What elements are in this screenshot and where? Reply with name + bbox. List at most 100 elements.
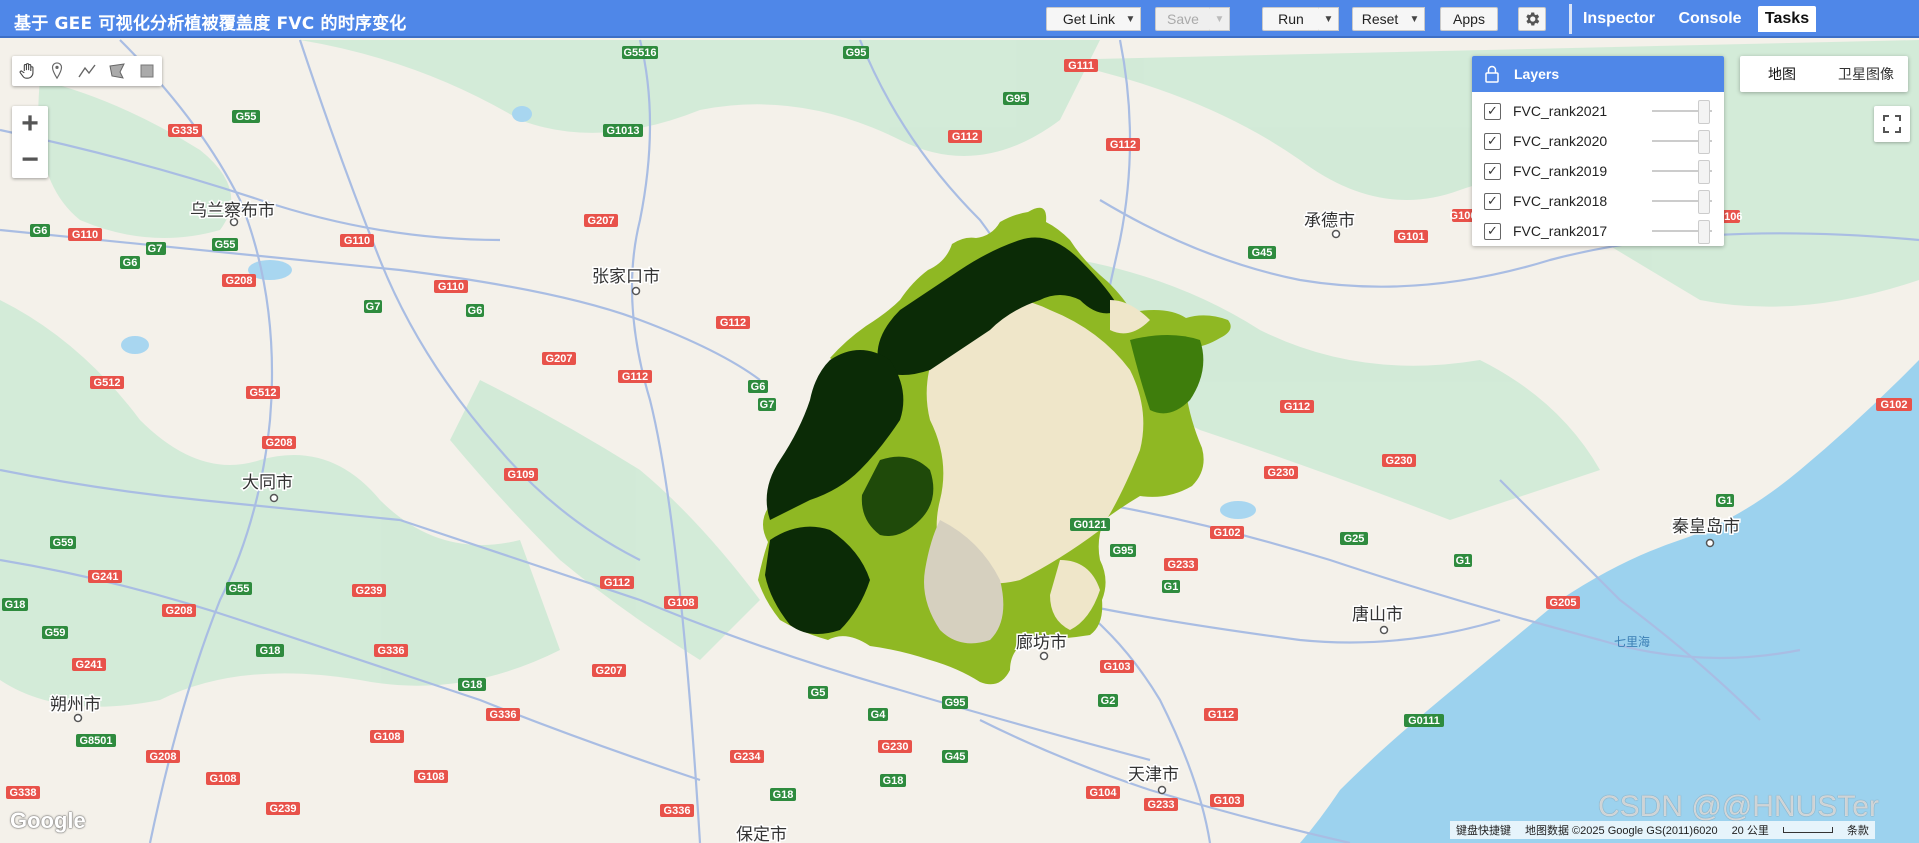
svg-text:G108: G108	[418, 771, 445, 783]
opacity-slider-handle[interactable]	[1698, 130, 1710, 154]
layer-checkbox[interactable]: ✓	[1484, 192, 1501, 210]
svg-text:G59: G59	[53, 537, 74, 549]
marker-icon[interactable]	[42, 56, 72, 86]
map-type-satellite-button[interactable]: 卫星图像	[1824, 56, 1908, 92]
terms-link[interactable]: 条款	[1847, 822, 1869, 838]
opacity-slider-handle[interactable]	[1698, 190, 1710, 214]
layer-checkbox[interactable]: ✓	[1484, 222, 1501, 240]
road-shield: G108	[414, 770, 448, 783]
road-shield: G1	[1162, 580, 1180, 593]
map-type-map-button[interactable]: 地图	[1740, 56, 1824, 92]
layer-checkbox[interactable]: ✓	[1484, 162, 1501, 180]
road-shield: G512	[90, 376, 124, 389]
svg-text:G103: G103	[1104, 661, 1131, 673]
layers-header[interactable]: Layers	[1472, 56, 1724, 92]
svg-text:G8501: G8501	[79, 735, 112, 747]
road-shield: G208	[162, 604, 196, 617]
lock-icon[interactable]	[1484, 65, 1500, 83]
svg-text:G336: G336	[378, 645, 405, 657]
fullscreen-icon[interactable]	[1874, 106, 1910, 142]
tab-inspector[interactable]: Inspector	[1578, 6, 1660, 32]
road-shield: G0111	[1404, 714, 1444, 727]
svg-text:G6: G6	[751, 381, 766, 393]
road-shield: G110	[340, 234, 374, 247]
svg-text:G108: G108	[210, 773, 237, 785]
road-shield: G95	[942, 696, 968, 709]
settings-gear-icon[interactable]	[1518, 7, 1546, 31]
road-shield: G45	[1248, 246, 1276, 259]
svg-text:G0111: G0111	[1408, 715, 1440, 727]
svg-text:G55: G55	[236, 111, 257, 123]
tab-console[interactable]: Console	[1668, 6, 1752, 32]
hand-pan-icon[interactable]	[12, 56, 42, 86]
save-button[interactable]: Save	[1155, 7, 1211, 31]
road-shield: G18	[2, 598, 28, 611]
apps-button[interactable]: Apps	[1440, 7, 1498, 31]
svg-text:G95: G95	[1113, 545, 1134, 557]
svg-text:G108: G108	[668, 597, 695, 609]
road-shield: G112	[600, 576, 634, 589]
road-shield: G230	[878, 740, 912, 753]
get-link-dropdown-icon[interactable]: ▼	[1121, 7, 1141, 31]
road-shield: G207	[592, 664, 626, 677]
opacity-slider-handle[interactable]	[1698, 220, 1710, 244]
svg-text:唐山市: 唐山市	[1352, 604, 1403, 625]
svg-text:G233: G233	[1148, 799, 1175, 811]
save-dropdown-icon[interactable]: ▼	[1210, 7, 1230, 31]
road-shield: G512	[246, 386, 280, 399]
road-shield: G338	[6, 786, 40, 799]
reset-button[interactable]: Reset	[1352, 7, 1408, 31]
layer-name: FVC_rank2019	[1513, 163, 1608, 179]
opacity-slider-handle[interactable]	[1698, 160, 1710, 184]
road-shield: G6	[748, 380, 768, 393]
svg-text:G18: G18	[883, 775, 904, 787]
layer-checkbox[interactable]: ✓	[1484, 102, 1501, 120]
panel-divider[interactable]	[1569, 4, 1572, 34]
road-shield: G101	[1394, 230, 1428, 243]
svg-text:G103: G103	[1214, 795, 1241, 807]
draw-line-icon[interactable]	[72, 56, 102, 86]
road-shield: G112	[716, 316, 750, 329]
road-shield: G2	[1098, 694, 1118, 707]
svg-text:G234: G234	[734, 751, 762, 763]
draw-polygon-icon[interactable]	[102, 56, 132, 86]
road-shield: G104	[1086, 786, 1120, 799]
watermark: CSDN @@HNUSTer	[1598, 790, 1879, 823]
road-shield: G7	[364, 300, 382, 313]
road-shield: G55	[232, 110, 260, 123]
reset-dropdown-icon[interactable]: ▼	[1405, 7, 1425, 31]
tab-tasks[interactable]: Tasks	[1758, 6, 1816, 32]
road-shield: G7	[146, 242, 164, 255]
road-shield: G18	[770, 788, 796, 801]
zoom-out-button[interactable]: −	[12, 142, 48, 178]
road-shield: G6	[466, 304, 484, 317]
road-shield: G45	[942, 750, 968, 763]
svg-text:G207: G207	[588, 215, 615, 227]
road-shield: G233	[1164, 558, 1198, 571]
layer-checkbox[interactable]: ✓	[1484, 132, 1501, 150]
svg-text:G0121: G0121	[1073, 519, 1106, 531]
scale-label: 20 公里	[1731, 825, 1769, 837]
road-shield: G18	[256, 644, 284, 657]
keyboard-shortcuts-link[interactable]: 键盘快捷键	[1456, 822, 1511, 838]
svg-text:G241: G241	[76, 659, 103, 671]
road-shield: G102	[1210, 526, 1244, 539]
opacity-slider-handle[interactable]	[1698, 100, 1710, 124]
zoom-in-button[interactable]: +	[12, 106, 48, 142]
svg-text:G109: G109	[508, 469, 535, 481]
layer-row: ✓ FVC_rank2018	[1472, 186, 1724, 216]
draw-rectangle-icon[interactable]	[132, 56, 162, 86]
map-canvas[interactable]: G5516 G95 G111 G55 G335 G1013 G95 G112 G…	[0, 38, 1919, 843]
road-shield: G207	[542, 352, 576, 365]
layer-row: ✓ FVC_rank2021	[1472, 96, 1724, 126]
road-shield: G336	[486, 708, 520, 721]
map-footer: 键盘快捷键 地图数据 ©2025 Google GS(2011)6020 20 …	[1450, 821, 1875, 839]
svg-text:G336: G336	[490, 709, 517, 721]
svg-text:朔州市: 朔州市	[50, 695, 101, 715]
svg-text:G208: G208	[150, 751, 177, 763]
road-shield: G4	[868, 708, 888, 721]
map-type-control: 地图 卫星图像	[1740, 56, 1908, 92]
get-link-button[interactable]: Get Link	[1046, 7, 1132, 31]
run-dropdown-icon[interactable]: ▼	[1319, 7, 1339, 31]
run-button[interactable]: Run	[1262, 7, 1320, 31]
